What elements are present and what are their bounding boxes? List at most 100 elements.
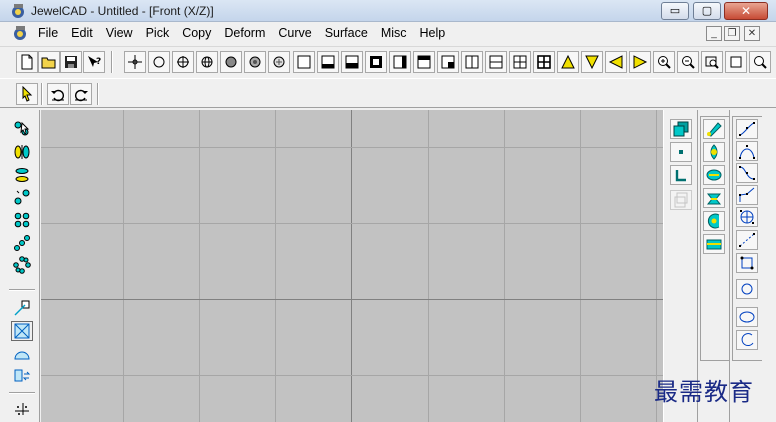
loft-surface-button[interactable] <box>703 165 725 185</box>
view-quad-bold-button[interactable] <box>533 51 555 73</box>
view-quad-icon <box>513 55 527 69</box>
view-corner-button[interactable] <box>437 51 459 73</box>
sweep-surface-button[interactable] <box>703 188 725 208</box>
sphere-grid-button[interactable] <box>196 51 218 73</box>
view-split-horizontal-button[interactable] <box>485 51 507 73</box>
view-bottom-thick-button[interactable] <box>341 51 363 73</box>
new-file-icon <box>21 54 33 70</box>
redo-button[interactable] <box>70 83 92 105</box>
view-right-button[interactable] <box>389 51 411 73</box>
extrude-surface-button[interactable] <box>703 119 725 139</box>
measure-button[interactable] <box>11 298 33 318</box>
zoom-in-button[interactable] <box>653 51 675 73</box>
mirror-copy-button[interactable] <box>11 142 33 162</box>
single-point-button[interactable] <box>670 142 692 162</box>
ring-copy-button[interactable] <box>11 255 33 275</box>
circle-cross-button[interactable] <box>172 51 194 73</box>
diagonal-copy-button[interactable] <box>11 187 33 207</box>
mdi-minimize-button[interactable]: _ <box>706 26 722 41</box>
menu-edit[interactable]: Edit <box>71 26 93 40</box>
grid-copy-button[interactable] <box>11 210 33 230</box>
sphere-wire-button[interactable] <box>268 51 290 73</box>
point-mode-button[interactable] <box>124 51 146 73</box>
view-top-button[interactable] <box>413 51 435 73</box>
grid-line <box>41 223 663 224</box>
document-app-icon[interactable] <box>12 25 29 41</box>
menu-misc[interactable]: Misc <box>381 26 407 40</box>
transfer-button[interactable] <box>11 366 33 386</box>
spline-curve-button[interactable] <box>736 163 758 183</box>
arch-curve-button[interactable] <box>736 141 758 161</box>
sphere-shaded-icon <box>225 56 237 68</box>
menu-deform[interactable]: Deform <box>224 26 265 40</box>
new-file-button[interactable] <box>16 51 38 73</box>
view-frame-button[interactable] <box>365 51 387 73</box>
box-select-button[interactable] <box>11 321 33 341</box>
scatter-points-icon <box>15 403 29 415</box>
revolve-surface-button[interactable] <box>703 142 725 162</box>
menu-surface[interactable]: Surface <box>325 26 368 40</box>
mdi-close-button[interactable]: ✕ <box>744 26 760 41</box>
closed-shape-button[interactable] <box>736 253 758 273</box>
sphere-wire-icon <box>273 56 285 68</box>
zoom-window-button[interactable] <box>701 51 723 73</box>
pick-object-button[interactable] <box>11 119 33 139</box>
circle-curve-button[interactable] <box>736 279 758 299</box>
menu-pick[interactable]: Pick <box>146 26 170 40</box>
undo-button[interactable] <box>47 83 69 105</box>
zoom-out-button[interactable] <box>677 51 699 73</box>
ellipse-curve-button[interactable] <box>736 307 758 327</box>
half-dome-button[interactable] <box>11 344 33 364</box>
mdi-restore-button[interactable]: ❐ <box>724 26 740 41</box>
pan-view-button[interactable] <box>749 51 771 73</box>
triangle-left-button[interactable] <box>605 51 627 73</box>
open-file-button[interactable] <box>38 51 60 73</box>
grid-curve-button[interactable] <box>736 207 758 227</box>
corner-point-icon <box>675 170 686 182</box>
select-pointer-button[interactable] <box>16 83 38 105</box>
extrude-surface-icon <box>707 122 722 137</box>
view-single-button[interactable] <box>293 51 315 73</box>
circle-outline-button[interactable] <box>148 51 170 73</box>
front-view-canvas[interactable] <box>41 110 663 422</box>
view-quad-button[interactable] <box>509 51 531 73</box>
minimize-button[interactable]: ▭ <box>661 2 689 20</box>
maximize-button[interactable]: ▢ <box>693 2 721 20</box>
zoom-out-icon <box>682 56 695 69</box>
tube-surface-button[interactable] <box>703 211 725 231</box>
menu-curve[interactable]: Curve <box>278 26 311 40</box>
menu-copy[interactable]: Copy <box>182 26 211 40</box>
triangle-up-button[interactable] <box>557 51 579 73</box>
sphere-render-button[interactable] <box>244 51 266 73</box>
menu-view[interactable]: View <box>106 26 133 40</box>
context-help-button[interactable]: ? <box>83 51 105 73</box>
arc-curve-button[interactable] <box>736 330 758 350</box>
toolbox-separator <box>9 289 35 291</box>
menu-file[interactable]: File <box>38 26 58 40</box>
view-frame-icon <box>370 56 382 68</box>
redo-icon <box>75 89 88 102</box>
sphere-shaded-button[interactable] <box>220 51 242 73</box>
rail-surface-button[interactable] <box>703 234 725 254</box>
triangle-right-icon <box>633 55 648 69</box>
view-split-vertical-icon <box>465 55 479 69</box>
triangle-right-button[interactable] <box>629 51 651 73</box>
close-button[interactable]: ✕ <box>724 2 768 20</box>
view-split-vertical-button[interactable] <box>461 51 483 73</box>
stack-copy-button[interactable] <box>11 165 33 185</box>
open-curve-button[interactable] <box>736 119 758 139</box>
dotted-line-button[interactable] <box>736 230 758 250</box>
line-copy-button[interactable] <box>11 233 33 253</box>
view-bottom-button[interactable] <box>317 51 339 73</box>
disabled-layer-button[interactable] <box>670 190 692 210</box>
jewelcad-app-icon[interactable] <box>10 3 27 19</box>
scatter-points-button[interactable] <box>11 398 33 418</box>
copy-layer-button[interactable] <box>670 119 692 139</box>
fit-view-button[interactable] <box>725 51 747 73</box>
menu-help[interactable]: Help <box>420 26 446 40</box>
save-file-button[interactable] <box>60 51 82 73</box>
polyline-curve-button[interactable] <box>736 185 758 205</box>
ellipse-curve-icon <box>739 311 755 323</box>
triangle-down-button[interactable] <box>581 51 603 73</box>
corner-point-button[interactable] <box>670 165 692 185</box>
